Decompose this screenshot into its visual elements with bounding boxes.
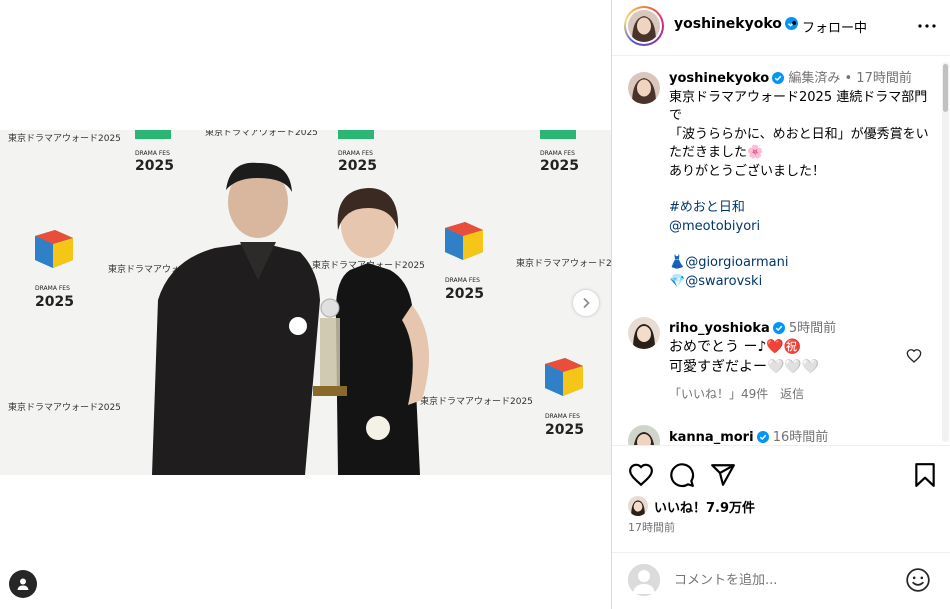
comment-username[interactable]: kanna_mori: [669, 430, 754, 445]
tagged-users-button[interactable]: [9, 570, 37, 598]
liker-avatar-image: [628, 496, 648, 516]
post-photo[interactable]: DRAMA FES 2025 DRAMA FES 2025 DRAMA FES …: [0, 130, 611, 475]
comment-header: kanna_mori 16時間前: [669, 426, 828, 445]
svg-text:DRAMA FES: DRAMA FES: [540, 150, 575, 157]
caption-line: 「波うららかに、めおと日和」が優秀賞をいただきました🌸: [669, 126, 929, 161]
comments-scrollbar[interactable]: [942, 62, 949, 442]
liker-avatar: [628, 496, 648, 516]
default-user-icon: [628, 564, 660, 596]
svg-text:DRAMA FES: DRAMA FES: [445, 277, 480, 284]
svg-text:東京ドラマアウォード2025: 東京ドラマアウォード2025: [420, 395, 533, 407]
comment-actions: 「いいね！」49件 返信: [669, 385, 804, 402]
comment-avatar[interactable]: [628, 317, 660, 349]
svg-text:2025: 2025: [338, 158, 377, 174]
photo-illustration: DRAMA FES 2025 DRAMA FES 2025 DRAMA FES …: [0, 130, 611, 475]
comment-icon[interactable]: [669, 462, 695, 488]
caption-line: ありがとうございました！: [669, 163, 826, 179]
author-username-text[interactable]: yoshinekyoko: [674, 16, 782, 32]
current-user-avatar: [628, 564, 660, 596]
comment-time: 16時間前: [772, 430, 829, 445]
comment-avatar[interactable]: [628, 425, 660, 445]
heart-icon[interactable]: [906, 348, 922, 364]
caption-meta: 編集済み • 17時間前: [788, 71, 912, 86]
brand-emoji: 💎: [669, 273, 686, 289]
svg-text:2025: 2025: [540, 158, 579, 174]
comment-username[interactable]: riho_yoshioka: [669, 321, 770, 336]
add-comment-bar: [612, 552, 950, 609]
header-separator: •: [790, 16, 799, 32]
comment-header: riho_yoshioka 5時間前: [669, 317, 836, 336]
author-username[interactable]: yoshinekyoko: [674, 16, 798, 32]
emoji-icon[interactable]: [905, 567, 931, 593]
svg-text:DRAMA FES: DRAMA FES: [135, 150, 170, 157]
comment-line: おめでとう ー♪❤️㊗️: [669, 339, 802, 355]
comment-text: おめでとう ー♪❤️㊗️ 可愛すぎだよー🤍🤍🤍: [669, 337, 909, 377]
instagram-post-modal: DRAMA FES 2025 DRAMA FES 2025 DRAMA FES …: [0, 0, 950, 609]
svg-text:DRAMA FES: DRAMA FES: [545, 413, 580, 420]
likes-summary[interactable]: いいね！7.9万件: [628, 496, 755, 516]
mention-link[interactable]: @swarovski: [685, 274, 762, 289]
caption-username[interactable]: yoshinekyoko: [669, 71, 769, 86]
mention-link[interactable]: @giorgioarmani: [685, 255, 788, 270]
media-area: DRAMA FES 2025 DRAMA FES 2025 DRAMA FES …: [0, 0, 611, 609]
verified-icon: [772, 72, 785, 84]
comment-line: 可愛すぎだよー🤍🤍🤍: [669, 359, 820, 375]
verified-icon: [772, 322, 785, 334]
user-tag-icon: [17, 578, 29, 590]
svg-text:東京ドラマアウォード2025: 東京ドラマアウォード2025: [8, 401, 121, 413]
author-avatar-image: [628, 10, 660, 42]
svg-text:東京ドラマアウォード2025: 東京ドラマアウォード2025: [8, 132, 121, 144]
mention-link[interactable]: @meotobiyori: [669, 219, 760, 234]
post-timestamp[interactable]: 17時間前: [628, 519, 675, 535]
hashtag-link[interactable]: #めおと日和: [669, 200, 745, 215]
scrollbar-thumb[interactable]: [943, 64, 948, 112]
caption-avatar-image: [628, 72, 660, 104]
caption-line: 東京ドラマアウォード2025 連続ドラマ部門で: [669, 89, 928, 124]
svg-text:2025: 2025: [135, 158, 174, 174]
more-icon[interactable]: [915, 14, 939, 38]
svg-text:東京ドラマアウォード2025: 東京ドラマアウォード2025: [205, 130, 318, 138]
comment-avatar-image: [628, 317, 660, 349]
author-avatar[interactable]: [624, 6, 664, 46]
post-header: yoshinekyoko • フォロー中: [612, 0, 950, 56]
svg-text:DRAMA FES: DRAMA FES: [35, 285, 70, 292]
svg-text:2025: 2025: [35, 294, 74, 310]
add-comment-input[interactable]: [674, 567, 894, 593]
svg-text:東京ドラマアウォード2025: 東京ドラマアウォード2025: [516, 257, 611, 269]
svg-text:2025: 2025: [445, 286, 484, 302]
next-arrow-icon: [583, 297, 590, 309]
comments-section[interactable]: yoshinekyoko 編集済み • 17時間前 東京ドラマアウォード2025…: [612, 57, 950, 445]
share-icon[interactable]: [710, 462, 736, 488]
post-caption: yoshinekyoko 編集済み • 17時間前 東京ドラマアウォード2025…: [669, 70, 934, 291]
post-actions: いいね！7.9万件 17時間前: [612, 445, 950, 545]
comment-likes[interactable]: 「いいね！」49件: [669, 387, 768, 401]
post-side-panel: yoshinekyoko • フォロー中 yoshinekyoko 編集済み •…: [611, 0, 950, 609]
reply-button[interactable]: 返信: [780, 387, 804, 401]
heart-icon[interactable]: [628, 462, 654, 488]
comment-time: 5時間前: [788, 321, 837, 336]
caption-avatar[interactable]: [628, 72, 660, 104]
following-button[interactable]: フォロー中: [802, 17, 867, 36]
svg-text:2025: 2025: [545, 422, 584, 438]
bookmark-icon[interactable]: [912, 462, 938, 488]
comment-avatar-image: [628, 425, 660, 445]
verified-icon: [756, 431, 769, 443]
svg-text:DRAMA FES: DRAMA FES: [338, 150, 373, 157]
likes-count[interactable]: いいね！7.9万件: [654, 497, 755, 516]
next-photo-button[interactable]: [573, 290, 599, 316]
brand-emoji: 👗: [669, 255, 686, 270]
